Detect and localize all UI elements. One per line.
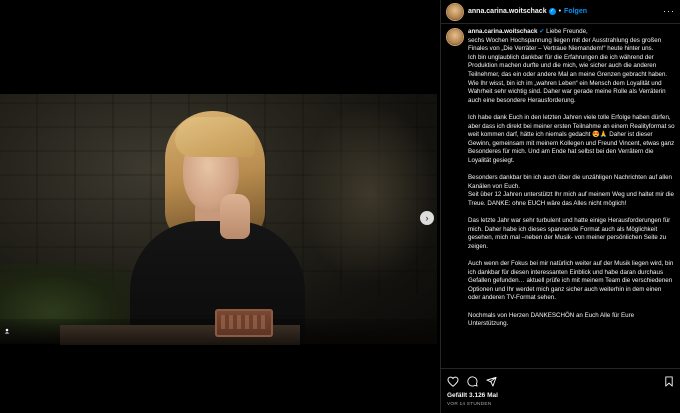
caption-text: anna.carina.woitschack ✔ Liebe Freunde, … <box>468 28 675 329</box>
share-icon[interactable] <box>485 375 497 387</box>
action-icons <box>447 374 675 388</box>
caption-username[interactable]: anna.carina.woitschack <box>468 28 537 35</box>
post-photo[interactable] <box>0 94 437 344</box>
woman-portrait <box>125 99 315 344</box>
bookmark-icon[interactable] <box>663 375 675 387</box>
actions-bar: Gefällt 3.126 Mal VOR 14 STUNDEN <box>441 368 680 413</box>
avatar[interactable] <box>447 3 463 20</box>
caption-paragraph-4: Das letzte Jahr war sehr turbulent und h… <box>468 217 672 250</box>
folded-hands <box>220 194 250 239</box>
follow-button[interactable]: Folgen <box>564 8 587 15</box>
caption-fade <box>441 356 680 368</box>
caption-avatar[interactable] <box>447 29 463 45</box>
caption-paragraph-5: Auch wenn der Fokus bei mir natürlich we… <box>468 260 676 302</box>
verified-badge-icon: ✓ <box>548 8 556 15</box>
user-tag-icon[interactable] <box>2 326 12 336</box>
more-options-icon[interactable]: ··· <box>663 7 675 16</box>
username-link[interactable]: anna.carina.woitschack <box>468 8 547 15</box>
caption-paragraph-3: Besonders dankbar bin ich auch über die … <box>468 174 674 207</box>
post-timestamp[interactable]: VOR 14 STUNDEN <box>447 402 675 407</box>
separator: • <box>558 8 562 15</box>
post-sidebar: anna.carina.woitschack ✓ • Folgen ··· an… <box>440 0 680 413</box>
post-media[interactable]: › <box>0 0 440 413</box>
likes-count[interactable]: Gefällt 3.126 Mal <box>447 392 675 399</box>
heart-icon[interactable] <box>447 375 459 387</box>
wooden-chest <box>215 309 273 337</box>
caption-verified-icon: ✔ <box>539 28 545 35</box>
comment-icon[interactable] <box>466 375 478 387</box>
background-light <box>300 104 437 284</box>
caption-row: anna.carina.woitschack ✔ Liebe Freunde, … <box>447 28 675 329</box>
caption-paragraph-6: Nochmals von Herzen DANKESCHÖN an Euch A… <box>468 311 636 328</box>
post-header: anna.carina.woitschack ✓ • Folgen ··· <box>441 0 680 24</box>
hair-fringe <box>175 117 255 157</box>
caption-paragraph-1: Liebe Freunde, sechs Wochen Hochspannung… <box>468 28 668 104</box>
chevron-right-icon[interactable]: › <box>420 211 434 225</box>
caption-paragraph-2: Ich habe dank Euch in den letzten Jahren… <box>468 113 677 164</box>
caption-area: anna.carina.woitschack ✔ Liebe Freunde, … <box>441 28 680 366</box>
